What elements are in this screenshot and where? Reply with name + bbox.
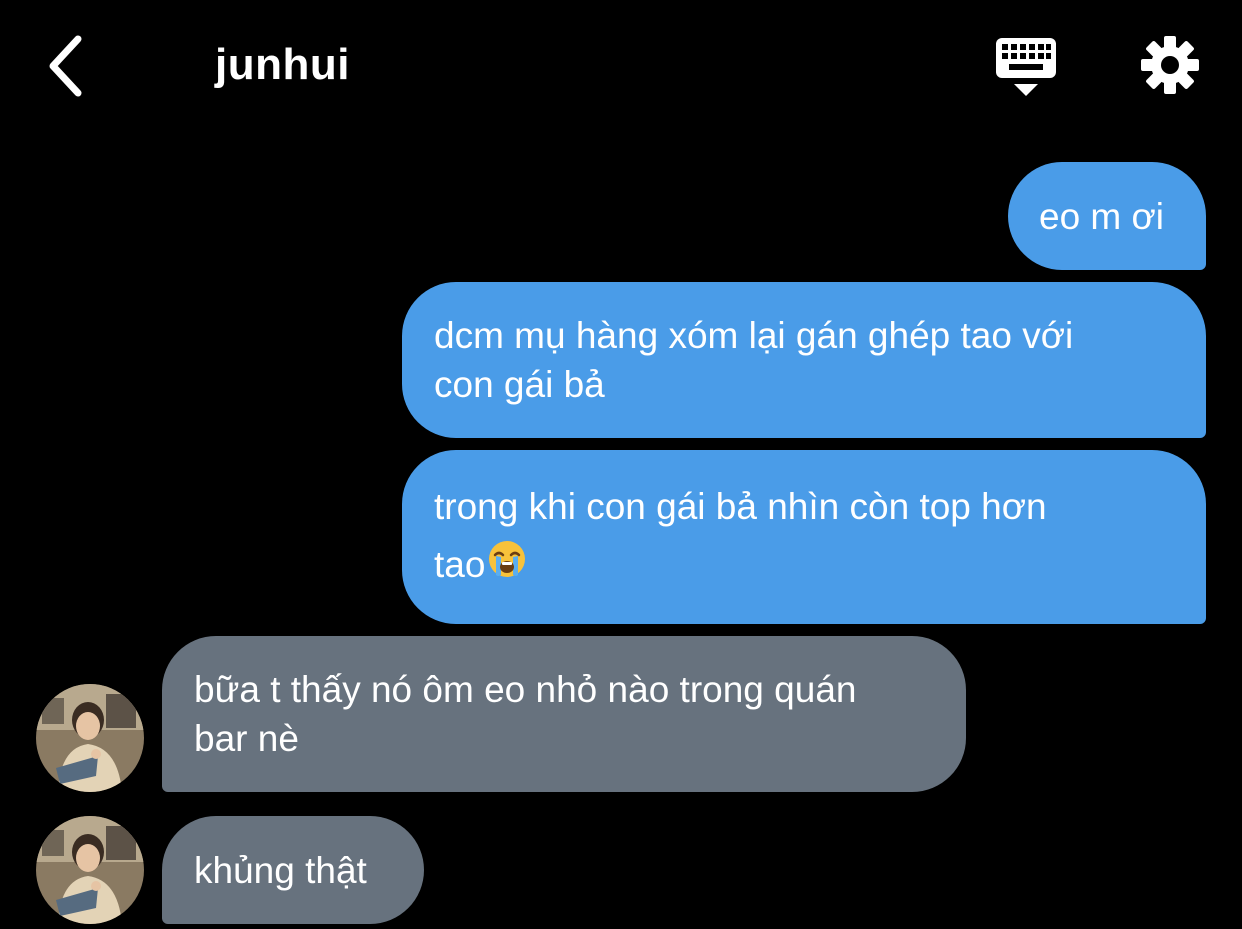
- settings-button[interactable]: [1138, 33, 1202, 97]
- gear-icon: [1141, 36, 1199, 94]
- contact-avatar-image: [36, 816, 144, 924]
- back-button[interactable]: [40, 30, 96, 102]
- message-bubble-sent[interactable]: trong khi con gái bả nhìn còn top hơn ta…: [402, 450, 1206, 624]
- page-title: junhui: [215, 40, 350, 89]
- avatar[interactable]: [36, 816, 144, 924]
- message-bubble-received[interactable]: khủng thật: [162, 816, 424, 924]
- keyboard-hide-icon: [996, 38, 1056, 96]
- message-bubble-sent[interactable]: dcm mụ hàng xóm lại gán ghép tao với con…: [402, 282, 1206, 438]
- avatar[interactable]: [36, 684, 144, 792]
- message-text: dcm mụ hàng xóm lại gán ghép tao với con…: [434, 315, 1074, 405]
- loudly-crying-face-icon: [487, 538, 527, 596]
- chevron-left-icon: [49, 35, 82, 97]
- message-bubble-sent[interactable]: eo m ơi: [1008, 162, 1206, 270]
- message-text: bữa t thấy nó ôm eo nhỏ nào trong quán b…: [194, 669, 857, 759]
- contact-avatar-image: [36, 684, 144, 792]
- message-text: khủng thật: [194, 849, 367, 891]
- message-bubble-received[interactable]: bữa t thấy nó ôm eo nhỏ nào trong quán b…: [162, 636, 966, 792]
- chat-header: junhui: [0, 0, 1242, 130]
- message-text: eo m ơi: [1039, 195, 1165, 237]
- message-text-wrap: trong khi con gái bả nhìn còn top hơn ta…: [434, 478, 1047, 596]
- keyboard-toggle-button[interactable]: [992, 36, 1060, 100]
